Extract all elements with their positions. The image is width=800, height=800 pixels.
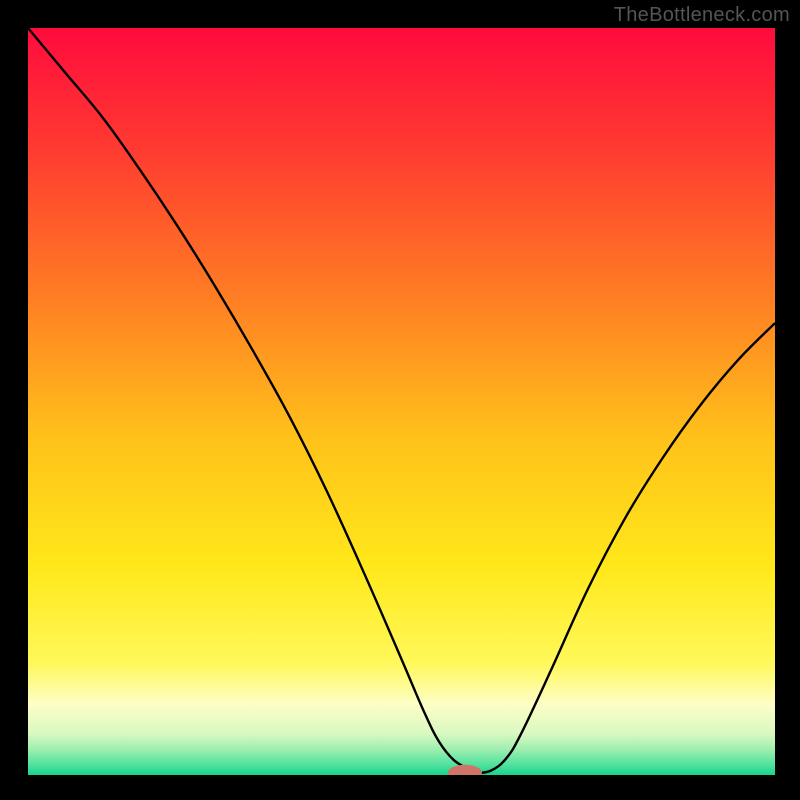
bottleneck-chart	[0, 0, 800, 800]
sweet-spot-marker	[448, 765, 482, 781]
plot-background	[28, 28, 775, 775]
chart-stage: TheBottleneck.com	[0, 0, 800, 800]
watermark-text: TheBottleneck.com	[614, 4, 790, 27]
